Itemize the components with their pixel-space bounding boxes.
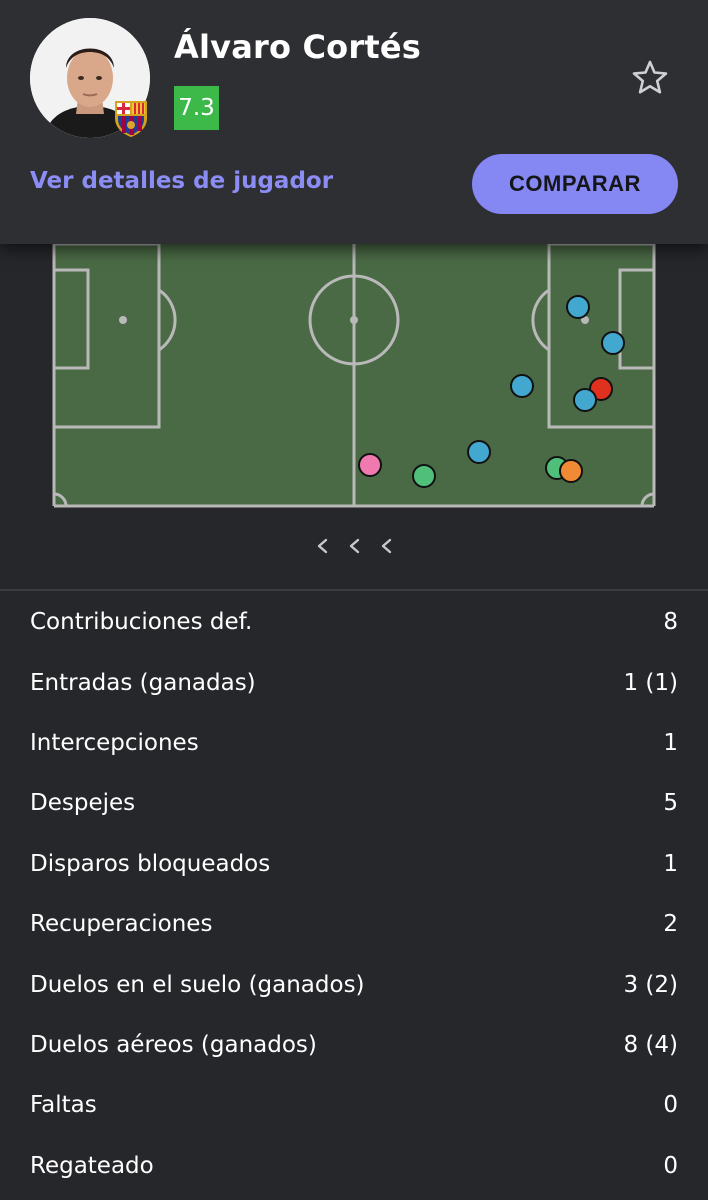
player-name: Álvaro Cortés <box>174 28 421 66</box>
stat-label: Contribuciones def. <box>30 609 253 636</box>
stat-label: Disparos bloqueados <box>30 850 271 877</box>
fc-barcelona-crest-icon <box>115 101 147 137</box>
stat-label: Duelos en el suelo (ganados) <box>30 971 365 998</box>
stat-value: 1 <box>663 729 678 756</box>
stat-row: Recuperaciones 2 <box>0 894 708 954</box>
stat-label: Despejes <box>30 790 136 817</box>
stat-row: Faltas 0 <box>0 1075 708 1135</box>
stat-row: Duelos en el suelo (ganados) 3 (2) <box>0 954 708 1014</box>
pitch-svg <box>52 232 656 508</box>
action-marker-6[interactable] <box>467 440 491 464</box>
chevron-left-icon <box>317 538 328 554</box>
section-divider <box>0 589 708 591</box>
action-marker-1[interactable] <box>566 295 590 319</box>
stat-label: Regateado <box>30 1152 154 1179</box>
stat-value: 1 (1) <box>623 669 678 696</box>
stat-label: Entradas (ganadas) <box>30 669 256 696</box>
stat-value: 5 <box>663 790 678 817</box>
pitch-direction-indicator <box>317 538 392 554</box>
stat-row: Regateado 0 <box>0 1136 708 1196</box>
action-map <box>0 232 708 522</box>
stat-value: 0 <box>663 1152 678 1179</box>
stat-row: Disparos bloqueados 1 <box>0 834 708 894</box>
chevron-left-icon <box>381 538 392 554</box>
stat-row: Duelos aéreos (ganados) 8 (4) <box>0 1015 708 1075</box>
action-marker-8[interactable] <box>412 464 436 488</box>
stat-row: Entradas (ganadas) 1 (1) <box>0 652 708 712</box>
stat-value: 8 (4) <box>623 1031 678 1058</box>
action-marker-10[interactable] <box>559 459 583 483</box>
action-marker-2[interactable] <box>601 331 625 355</box>
stat-row: Contribuciones def. 8 <box>0 592 708 652</box>
stat-value: 1 <box>663 850 678 877</box>
stat-label: Intercepciones <box>30 729 199 756</box>
stat-row: Intercepciones 1 <box>0 713 708 773</box>
compare-button[interactable]: COMPARAR <box>472 154 678 214</box>
stat-value: 2 <box>663 911 678 938</box>
action-marker-3[interactable] <box>510 374 534 398</box>
player-rating-badge: 7.3 <box>174 86 219 130</box>
stat-label: Faltas <box>30 1092 97 1119</box>
stat-value: 0 <box>663 1092 678 1119</box>
stat-value: 8 <box>663 609 678 636</box>
player-header: Álvaro Cortés 7.3 Ver detalles de jugado… <box>0 0 708 244</box>
action-marker-7[interactable] <box>358 453 382 477</box>
star-outline-icon[interactable] <box>630 58 670 98</box>
chevron-left-icon <box>349 538 360 554</box>
defensive-stats-list: Contribuciones def. 8 Entradas (ganadas)… <box>0 592 708 1196</box>
stat-value: 3 (2) <box>623 971 678 998</box>
action-marker-5[interactable] <box>573 388 597 412</box>
stat-label: Recuperaciones <box>30 911 213 938</box>
player-details-link[interactable]: Ver detalles de jugador <box>30 168 333 194</box>
stat-row: Despejes 5 <box>0 773 708 833</box>
stat-label: Duelos aéreos (ganados) <box>30 1031 317 1058</box>
